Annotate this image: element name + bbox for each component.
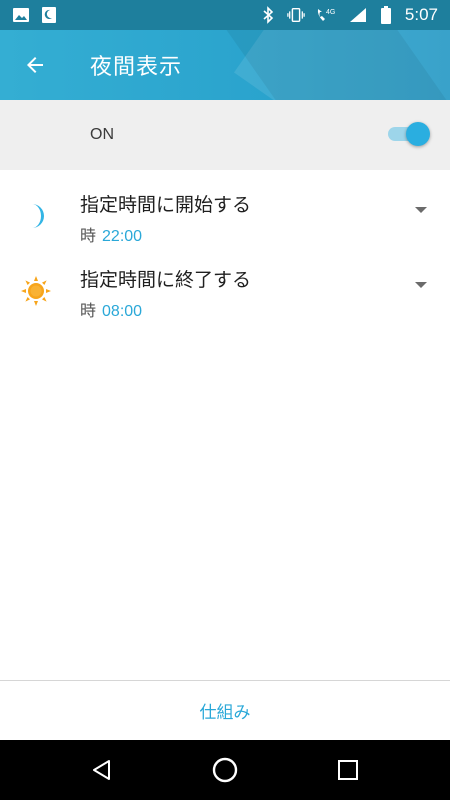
svg-text:4G: 4G [326,9,335,16]
schedule-end-title: 指定時間に終了する [80,269,252,291]
how-it-works-link[interactable]: 仕組み [0,681,450,740]
schedule-start-row[interactable]: 指定時間に開始する 時 22:00 [0,180,450,254]
moon-icon [20,200,52,232]
status-right: 4G 5:07 [259,5,438,25]
app-bar: 夜間表示 [0,30,450,100]
time-prefix-label: 時 [80,226,97,245]
bluetooth-icon [259,6,277,24]
page-title: 夜間表示 [90,55,183,80]
status-bar: 4G 5:07 [0,0,450,30]
back-button[interactable] [0,30,70,100]
vibrate-icon [287,6,305,24]
master-toggle-row[interactable]: ON [0,100,450,170]
battery-icon [377,6,395,24]
end-time-value: 08:00 [102,303,143,320]
home-nav-icon[interactable] [195,740,255,800]
image-icon [12,6,30,24]
status-left [12,6,58,24]
chevron-down-icon[interactable] [414,275,428,288]
switch-thumb [406,122,430,146]
start-time-value: 22:00 [102,228,143,245]
system-nav-bar [0,740,450,800]
time-prefix-label: 時 [80,301,97,320]
volte-icon: 4G [315,6,339,24]
chevron-down-icon[interactable] [414,200,428,213]
sun-icon [20,275,52,307]
master-toggle-label: ON [90,126,114,143]
schedule-start-subtitle: 時 22:00 [80,222,142,246]
night-mode-icon [40,6,58,24]
back-arrow-icon [27,57,43,73]
schedule-end-row[interactable]: 指定時間に終了する 時 08:00 [0,255,450,329]
back-nav-icon[interactable] [72,740,132,800]
recents-nav-icon[interactable] [318,740,378,800]
schedule-start-title: 指定時間に開始する [80,194,252,216]
master-toggle-switch[interactable] [388,122,430,146]
status-time: 5:07 [404,5,438,24]
schedule-end-subtitle: 時 08:00 [80,297,142,321]
signal-icon [349,6,367,24]
